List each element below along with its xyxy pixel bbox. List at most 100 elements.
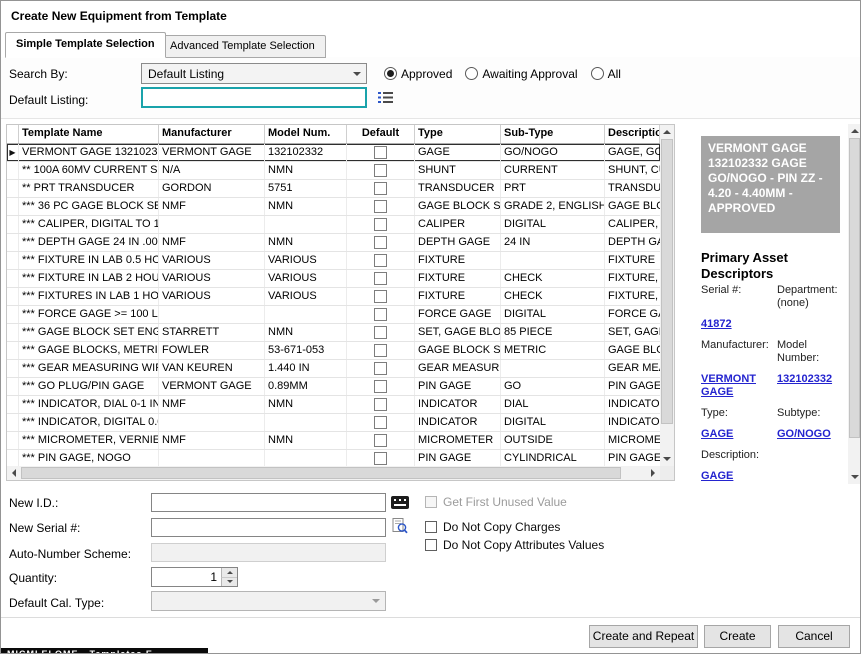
new-id-input[interactable] [151,493,386,512]
table-row[interactable]: *** GO PLUG/PIN GAGEVERMONT GAGE0.89MMPI… [7,378,660,396]
default-checkbox[interactable] [374,434,387,447]
table-row[interactable]: *** INDICATOR, DIAL 0-1 INNMFNMNINDICATO… [7,396,660,414]
cell-description: PIN GAGE, CYLINDRICAL [605,450,660,467]
cell-sub-type [501,252,605,269]
cell-model-num: NMN [265,234,347,251]
create-button[interactable]: Create [704,625,771,648]
table-row[interactable]: ** PRT TRANSDUCERGORDON5751TRANSDUCERPRT… [7,180,660,198]
table-row[interactable]: *** DEPTH GAGE 24 IN .001NMFNMNDEPTH GAG… [7,234,660,252]
header-template-name[interactable]: Template Name [19,125,159,143]
panel-scroll-down-button[interactable] [848,470,861,484]
table-row[interactable]: *** FIXTURES IN LAB 1 HOURVARIOUSVARIOUS… [7,288,660,306]
type-value-link[interactable]: GAGE [701,428,773,441]
default-checkbox[interactable] [374,218,387,231]
default-checkbox[interactable] [374,416,387,429]
default-checkbox[interactable] [374,182,387,195]
table-row[interactable]: *** GAGE BLOCK SET ENGLISHSTARRETTNMNSET… [7,324,660,342]
asset-panel-scrollbar[interactable] [848,124,861,484]
cell-sub-type: PRT [501,180,605,197]
table-row[interactable]: ** 100A 60MV CURRENT SHUNTN/ANMNSHUNTCUR… [7,162,660,180]
listing-browse-button[interactable] [375,89,395,106]
serial-lookup-button[interactable] [390,517,410,535]
template-table: Template Name Manufacturer Model Num. De… [6,124,675,481]
cell-template-name: ** PRT TRANSDUCER [19,180,159,197]
default-checkbox[interactable] [374,380,387,393]
table-row[interactable]: *** MICROMETER, VERNIERNMFNMNMICROMETERO… [7,432,660,450]
search-by-dropdown[interactable]: Default Listing [141,63,367,84]
cell-template-name: *** INDICATOR, DIAL 0-1 IN [19,396,159,413]
default-checkbox[interactable] [374,254,387,267]
table-row[interactable]: *** FIXTURE IN LAB 2 HOURVARIOUSVARIOUSF… [7,270,660,288]
default-checkbox[interactable] [374,290,387,303]
quantity-stepper[interactable] [151,567,238,587]
scroll-left-button[interactable] [7,466,21,480]
cell-manufacturer [159,216,265,233]
cell-manufacturer [159,306,265,323]
do-not-copy-charges-checkbox[interactable]: Do Not Copy Charges [425,520,560,534]
row-selector-cell [7,198,19,215]
scroll-up-button[interactable] [660,125,674,139]
cell-template-name: ** 100A 60MV CURRENT SHUNT [19,162,159,179]
table-row[interactable]: *** GEAR MEASURING WIRESVAN KEUREN1.440 … [7,360,660,378]
table-header: Template Name Manufacturer Model Num. De… [7,125,660,144]
new-serial-input[interactable] [151,518,386,537]
tab-advanced-template-selection[interactable]: Advanced Template Selection [159,35,326,58]
table-vertical-scrollbar[interactable] [660,125,674,466]
new-serial-label: New Serial #: [9,521,80,535]
table-row[interactable]: ▶VERMONT GAGE 132102332VERMONT GAGE13210… [7,144,660,162]
default-checkbox[interactable] [374,362,387,375]
radio-all[interactable]: All [591,67,621,81]
default-listing-input[interactable] [141,87,367,108]
header-default[interactable]: Default [347,125,415,143]
default-checkbox[interactable] [374,326,387,339]
spin-up-button[interactable] [221,568,237,577]
scroll-right-button[interactable] [646,466,660,480]
create-and-repeat-button[interactable]: Create and Repeat [589,625,698,648]
header-manufacturer[interactable]: Manufacturer [159,125,265,143]
vertical-scroll-thumb[interactable] [661,139,673,424]
cell-model-num: 132102332 [265,144,347,161]
default-checkbox[interactable] [374,146,387,159]
default-checkbox[interactable] [374,200,387,213]
default-checkbox[interactable] [374,164,387,177]
table-row[interactable]: *** FORCE GAGE >= 100 LBFORCE GAGEDIGITA… [7,306,660,324]
get-first-unused-checkbox[interactable]: Get First Unused Value [425,495,567,509]
spin-down-button[interactable] [221,577,237,587]
model-number-value-link[interactable]: 132102332 [777,373,843,386]
header-sub-type[interactable]: Sub-Type [501,125,605,143]
default-checkbox[interactable] [374,308,387,321]
horizontal-scroll-thumb[interactable] [21,467,621,479]
tab-simple-template-selection[interactable]: Simple Template Selection [5,32,166,58]
default-checkbox[interactable] [374,398,387,411]
radio-approved[interactable]: Approved [384,67,452,81]
table-row[interactable]: *** CALIPER, DIGITAL TO 18 INCALIPERDIGI… [7,216,660,234]
default-checkbox[interactable] [374,272,387,285]
table-row[interactable]: *** 36 PC GAGE BLOCK SETNMFNMNGAGE BLOCK… [7,198,660,216]
scroll-down-button[interactable] [660,452,674,466]
description-value-link[interactable]: GAGE [701,470,773,483]
cell-default [347,198,415,215]
default-checkbox[interactable] [374,344,387,357]
cell-template-name: *** FIXTURE IN LAB 2 HOUR [19,270,159,287]
panel-scroll-thumb[interactable] [849,138,860,438]
table-row[interactable]: *** INDICATOR, DIGITAL 0.0001INDICATORDI… [7,414,660,432]
cancel-button[interactable]: Cancel [778,625,850,648]
default-checkbox[interactable] [374,452,387,465]
table-row[interactable]: *** GAGE BLOCKS, METRICFOWLER53-671-053G… [7,342,660,360]
serial-value-link[interactable]: 41872 [701,318,773,331]
header-model-num[interactable]: Model Num. [265,125,347,143]
manufacturer-value-link[interactable]: VERMONT GAGE [701,373,773,399]
header-type[interactable]: Type [415,125,501,143]
new-id-generator-button[interactable] [390,493,410,511]
header-description[interactable]: Description [605,125,660,143]
row-selector-cell [7,306,19,323]
row-selector-cell [7,216,19,233]
table-row[interactable]: *** FIXTURE IN LAB 0.5 HOURVARIOUSVARIOU… [7,252,660,270]
default-checkbox[interactable] [374,236,387,249]
table-horizontal-scrollbar[interactable] [7,466,660,480]
radio-awaiting-approval[interactable]: Awaiting Approval [465,67,577,81]
down-arrow-icon [663,457,671,461]
do-not-copy-attributes-checkbox[interactable]: Do Not Copy Attributes Values [425,538,604,552]
panel-scroll-up-button[interactable] [848,124,861,138]
subtype-value-link[interactable]: GO/NOGO [777,428,843,441]
